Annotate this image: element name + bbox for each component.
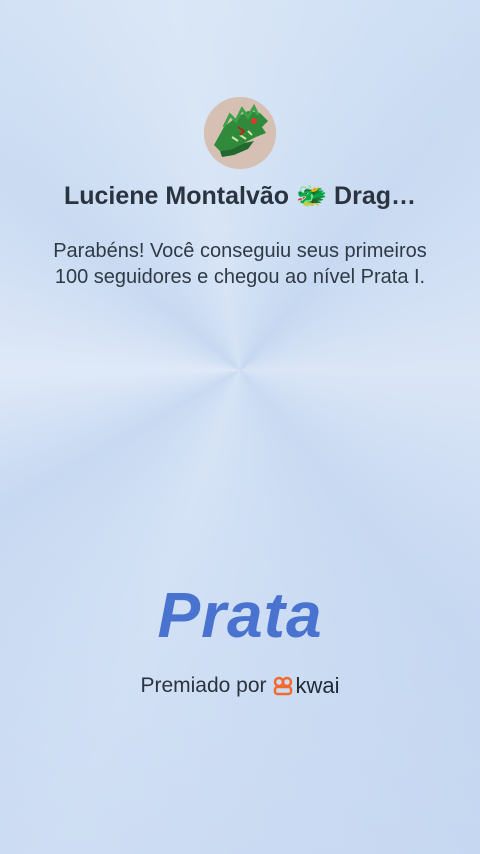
award-line: Premiado por kwai <box>0 673 480 699</box>
avatar <box>204 97 276 169</box>
kwai-brand[interactable]: kwai <box>273 673 340 699</box>
kwai-logo-icon <box>273 676 292 696</box>
profile-name: Luciene Montalvão 🐲 Drag… <box>63 182 416 210</box>
congrats-message: Parabéns! Você conseguiu seus primeiros … <box>53 240 427 288</box>
dragon-avatar-icon <box>204 97 276 169</box>
level-title: Prata <box>157 579 323 651</box>
celebration-screen: Luciene Montalvão 🐲 Drag… Parabéns! Você… <box>0 0 480 854</box>
brand-name: kwai <box>295 673 340 698</box>
award-label: Premiado por <box>140 674 267 697</box>
